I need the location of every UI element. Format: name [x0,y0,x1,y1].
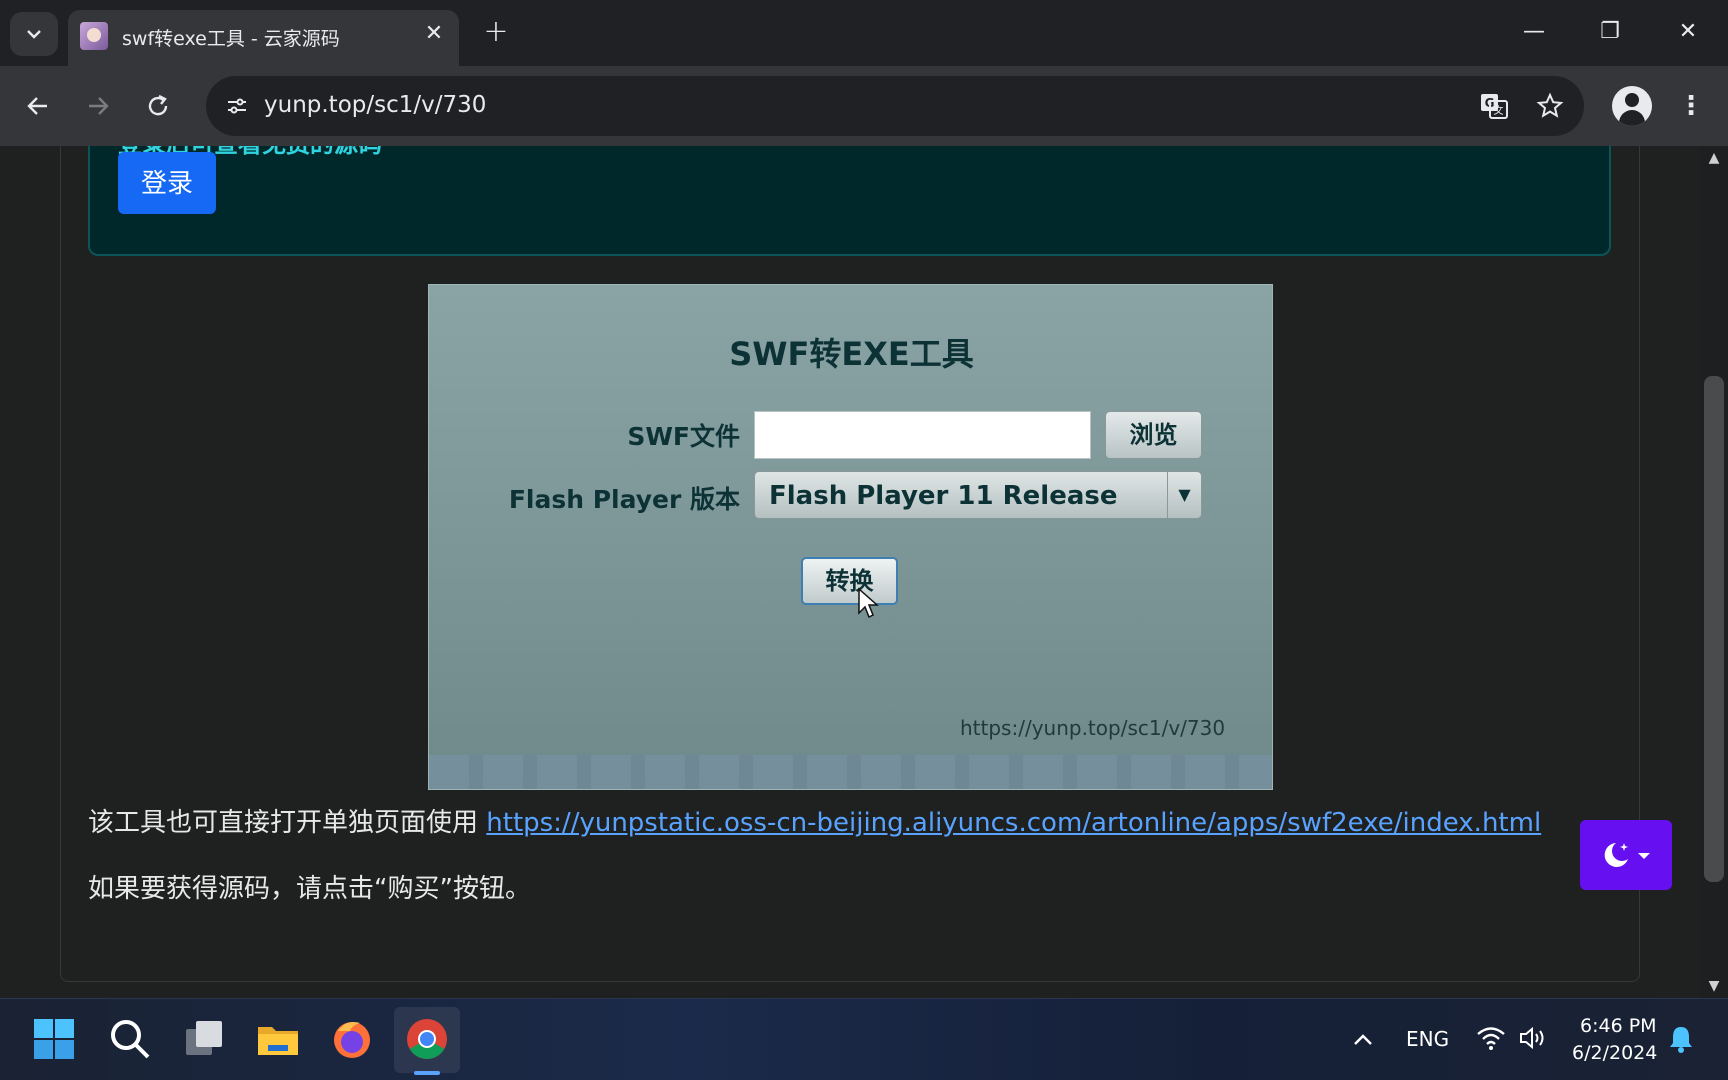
page-viewport: 登录后可查看免费的源码 登录 SWF转EXE工具 SWF文件 浏览 Flash … [0,146,1700,998]
close-window-button[interactable]: ✕ [1658,10,1718,54]
file-explorer-icon[interactable] [254,1015,302,1063]
browse-button[interactable]: 浏览 [1105,411,1202,459]
page-scrollbar[interactable]: ▲ ▼ [1700,146,1728,998]
browser-toolbar: yunp.top/sc1/v/730 G文 ⋮ [0,66,1728,146]
browser-tab[interactable]: swf转exe工具 - 云家源码 ✕ [68,10,459,66]
scroll-thumb[interactable] [1704,376,1724,882]
browser-menu-icon[interactable]: ⋮ [1676,84,1706,128]
mouse-cursor-icon [858,587,879,619]
site-settings-icon[interactable] [220,89,254,123]
input-language[interactable]: ENG [1406,1027,1449,1051]
standalone-page-text: 该工具也可直接打开单独页面使用 [88,808,487,838]
close-tab-icon[interactable]: ✕ [420,20,448,48]
dropdown-arrow-icon[interactable]: ▼ [1167,472,1201,518]
swf-file-input[interactable] [754,411,1091,459]
convert-button[interactable]: 转换 [801,557,898,605]
selected-version: Flash Player 11 Release [769,481,1118,511]
standalone-page-paragraph: 该工具也可直接打开单独页面使用 https://yunpstatic.oss-c… [88,802,1541,839]
task-view-icon[interactable] [180,1015,228,1063]
wifi-icon[interactable] [1476,1025,1506,1051]
back-button[interactable] [18,86,58,126]
svg-text:文: 文 [1494,104,1504,117]
profile-avatar-icon[interactable] [1612,86,1652,126]
tool-title: SWF转EXE工具 [729,335,974,373]
chevron-down-icon [27,30,41,39]
notification-bell-icon[interactable] [1668,1025,1694,1053]
windows-taskbar: ENG 6:46 PM 6/2/2024 [0,998,1728,1080]
standalone-page-link[interactable]: https://yunpstatic.oss-cn-beijing.aliyun… [486,808,1541,838]
login-notice-box: 登录后可查看免费的源码 登录 [88,146,1611,256]
clock-time[interactable]: 6:46 PM [1580,1015,1657,1037]
new-tab-button[interactable]: + [478,14,514,50]
forward-button[interactable] [78,86,118,126]
flash-player-version-label: Flash Player 版本 [508,485,740,514]
swf-file-label: SWF文件 [627,422,740,451]
clock-date[interactable]: 6/2/2024 [1572,1042,1657,1064]
login-button[interactable]: 登录 [118,152,216,214]
purchase-hint-paragraph: 如果要获得源码，请点击“购买”按钮。 [88,874,531,904]
tab-title: swf转exe工具 - 云家源码 [122,28,340,50]
url-text: yunp.top/sc1/v/730 [264,92,487,118]
search-icon[interactable] [106,1015,154,1063]
scroll-up-arrow-icon[interactable]: ▲ [1706,150,1722,166]
translate-icon[interactable]: G文 [1476,88,1512,124]
address-bar[interactable]: yunp.top/sc1/v/730 G文 [206,76,1584,136]
tool-footer-strip [429,755,1272,789]
moon-stars-icon [1604,843,1650,867]
tab-search-button[interactable] [10,12,58,56]
firefox-icon[interactable] [328,1015,376,1063]
tab-bar: swf转exe工具 - 云家源码 ✕ + — ❐ ✕ [0,0,1728,66]
chevron-up-icon[interactable] [1352,1029,1374,1051]
site-favicon-icon [80,22,108,50]
volume-icon[interactable] [1518,1025,1548,1051]
swf-tool-frame: SWF转EXE工具 SWF文件 浏览 Flash Player 版本 Flash… [428,284,1273,790]
scroll-down-arrow-icon[interactable]: ▼ [1706,978,1722,994]
tool-url-text: https://yunp.top/sc1/v/730 [960,716,1226,740]
flash-player-version-select[interactable]: Flash Player 11 Release ▼ [754,471,1202,519]
windows-start-icon[interactable] [30,1015,78,1063]
active-app-indicator [414,1071,440,1075]
restore-button[interactable]: ❐ [1580,10,1640,54]
arrow-right-icon [89,97,109,115]
minimize-button[interactable]: — [1504,10,1564,54]
reload-icon [148,94,168,116]
arrow-left-icon [27,97,47,115]
bookmark-star-icon[interactable] [1532,88,1568,124]
reload-button[interactable] [138,86,178,126]
chrome-icon[interactable] [403,1015,451,1063]
theme-toggle-button[interactable] [1580,820,1672,890]
